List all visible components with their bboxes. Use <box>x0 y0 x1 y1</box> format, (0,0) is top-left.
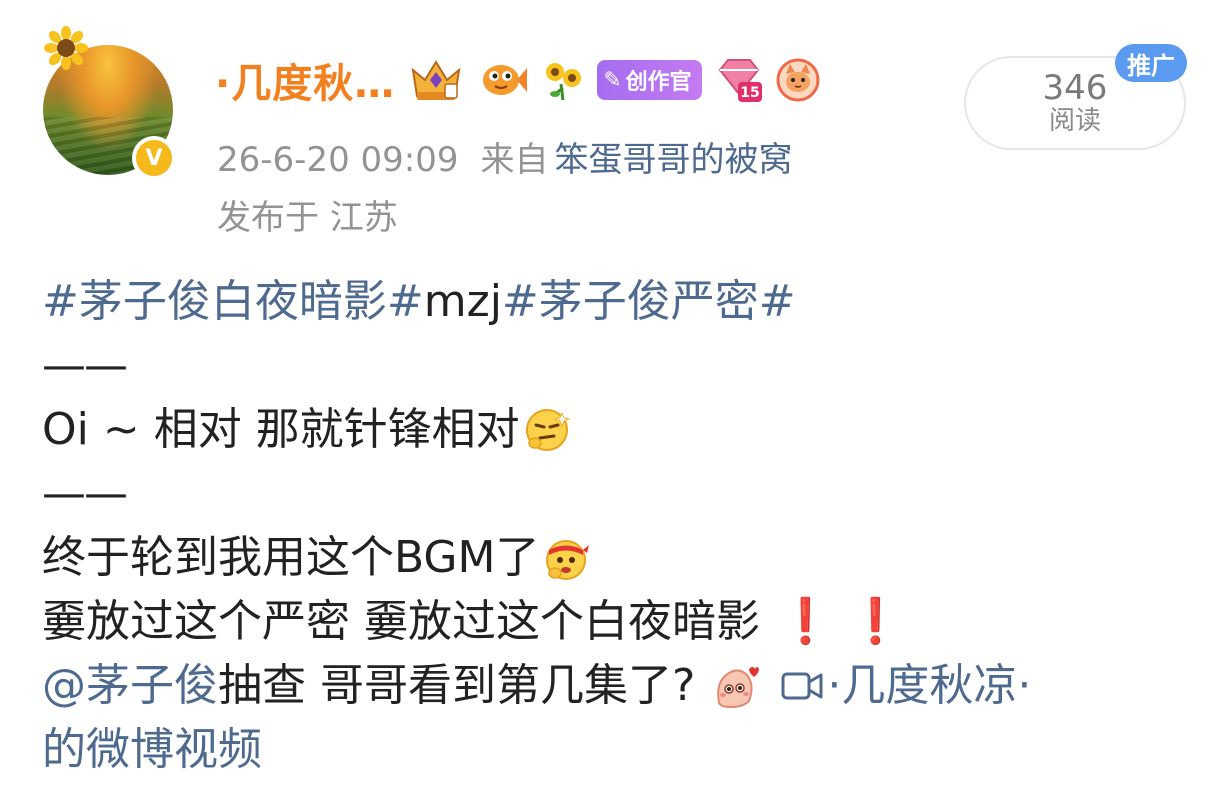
creator-badge[interactable]: ✎ 创作官 <box>597 60 702 100</box>
content-line: @茅子俊 抽查 哥哥看到第几集了? ·几度秋凉· <box>42 654 1192 718</box>
separator: —— <box>42 468 128 519</box>
post-content: #茅子俊白夜暗影# mzj #茅子俊严密# —— Oi ~ 相对 那就针锋相对 —… <box>42 270 1192 782</box>
name-row: ·几度秋… ✎ 创作官 15 <box>215 52 820 108</box>
content-line: 终于轮到我用这个BGM了 <box>42 526 1192 590</box>
cat-badge-icon[interactable] <box>776 58 820 102</box>
headband-emoji-icon <box>546 540 590 580</box>
blushing-emoji-icon <box>717 667 760 709</box>
verified-v-icon: V <box>132 136 176 180</box>
hashtag-link[interactable]: #茅子俊白夜暗影# <box>42 270 424 334</box>
content-text: 终于轮到我用这个BGM了 <box>42 532 540 583</box>
content-line: 嫑放过这个严密 嫑放过这个白夜暗影 ❗ ❗ <box>42 590 1192 654</box>
smirk-emoji-icon <box>525 409 571 451</box>
reads-label: 阅读 <box>1048 106 1101 136</box>
content-text: 嫑放过这个严密 嫑放过这个白夜暗影 <box>42 596 760 647</box>
hashtag-link[interactable]: #茅子俊严密# <box>502 270 796 334</box>
video-link[interactable]: 的微博视频 <box>42 718 262 782</box>
guitar-icon: ✎ <box>603 67 622 93</box>
post-location: 发布于 江苏 <box>217 198 398 238</box>
content-text: 抽查 哥哥看到第几集了? <box>218 660 696 711</box>
from-label: 来自 <box>480 140 549 180</box>
post-timestamp: 26-6-20 09:09 <box>217 140 459 180</box>
content-line: Oi ~ 相对 那就针锋相对 <box>42 398 1192 462</box>
content-line: 的微博视频 <box>42 718 1192 782</box>
content-line-tags: #茅子俊白夜暗影# mzj #茅子俊严密# <box>42 270 1192 334</box>
content-text: mzj <box>423 276 502 327</box>
weibo-post: V ·几度秋… ✎ 创作官 15 26-6-20 09:09 来自 笨蛋哥哥的被… <box>0 0 1228 809</box>
mention-link[interactable]: @茅子俊 <box>42 654 218 718</box>
username[interactable]: ·几度秋… <box>215 51 395 109</box>
post-source-link[interactable]: 笨蛋哥哥的被窝 <box>555 140 793 180</box>
fish-badge-icon[interactable] <box>477 58 529 102</box>
video-camera-icon[interactable] <box>781 670 823 702</box>
content-text: Oi ~ 相对 那就针锋相对 <box>42 404 520 455</box>
promo-badge[interactable]: 推广 <box>1115 44 1187 82</box>
crown-badge-icon[interactable] <box>407 58 465 102</box>
post-meta: 26-6-20 09:09 来自 笨蛋哥哥的被窝 <box>217 132 793 181</box>
separator: —— <box>42 340 128 391</box>
creator-badge-label: 创作官 <box>625 70 692 95</box>
sunflower-icon <box>44 26 88 70</box>
video-link[interactable]: ·几度秋凉· <box>827 654 1031 718</box>
exclamation-icon: ❗ ❗ <box>778 596 903 647</box>
sunflower-badge-icon[interactable] <box>541 58 585 102</box>
level-badge-number: 15 <box>740 85 759 101</box>
level-badge-icon[interactable]: 15 <box>714 58 764 102</box>
